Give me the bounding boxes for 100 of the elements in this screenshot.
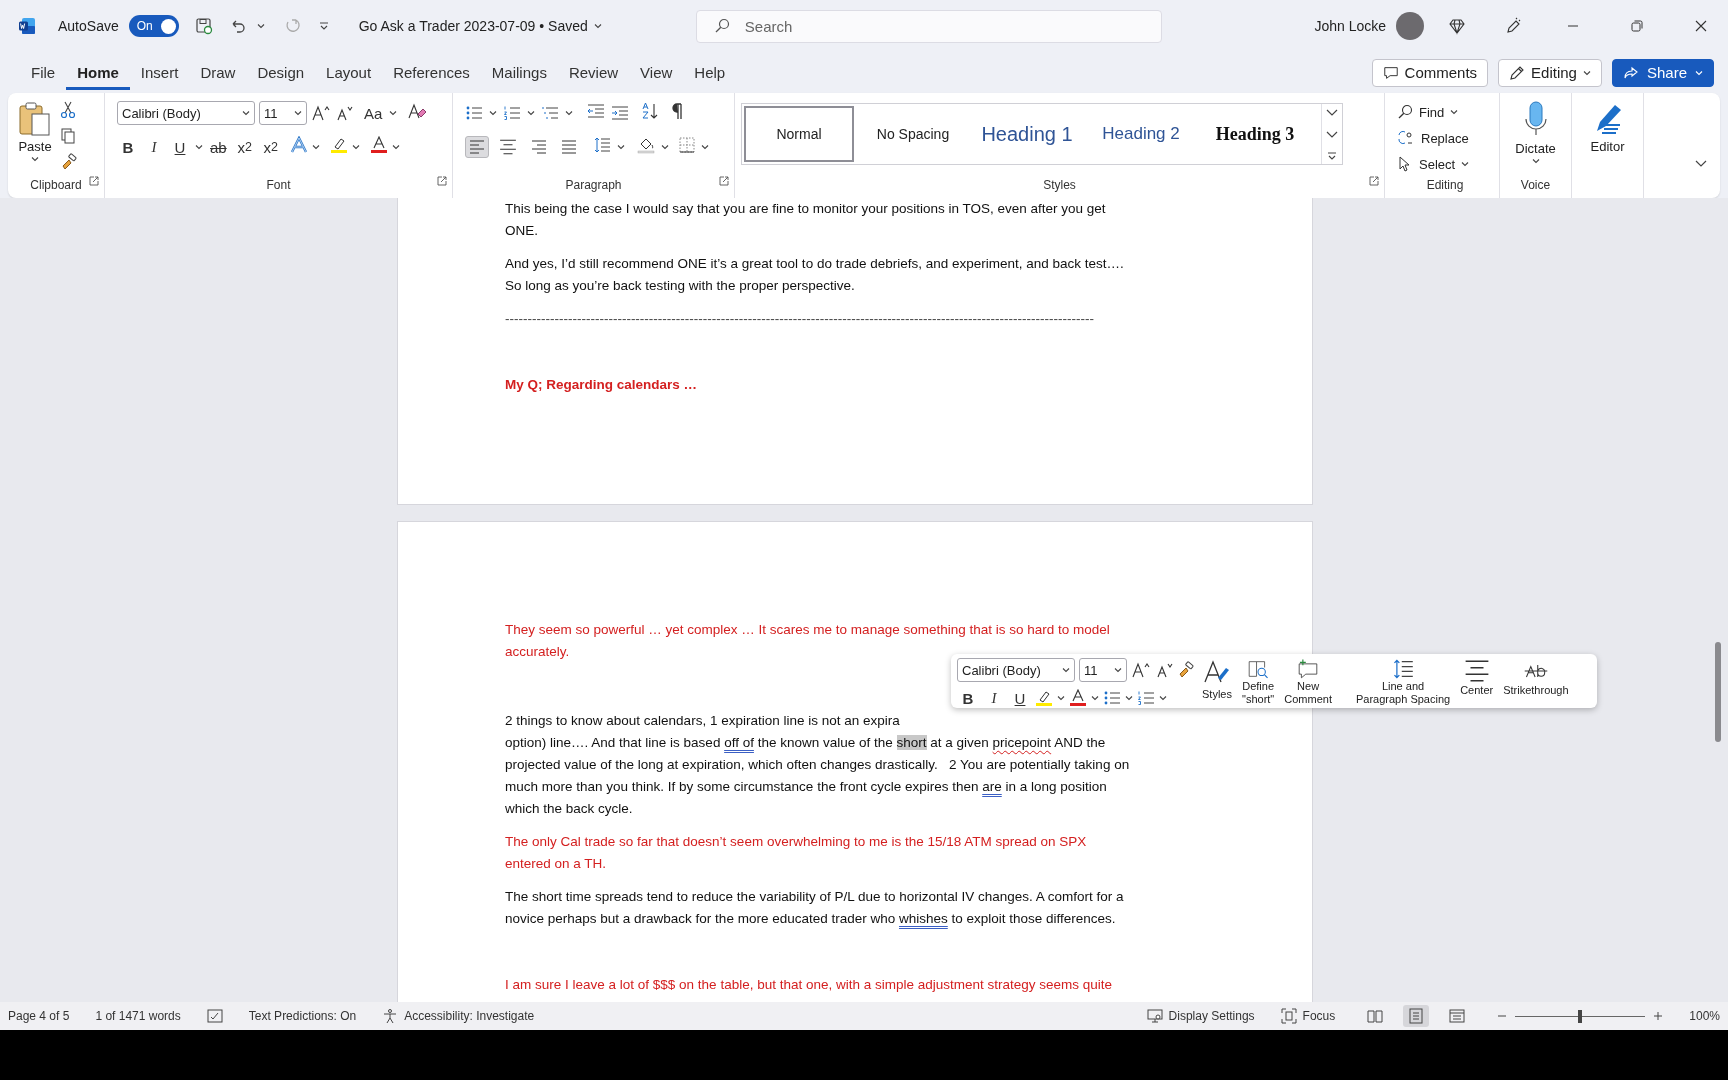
caret-icon[interactable] xyxy=(1531,158,1540,164)
share-icon[interactable] xyxy=(1622,64,1639,81)
dialog-launcher-icon[interactable] xyxy=(1369,176,1379,186)
dialog-launcher-icon[interactable] xyxy=(89,176,99,186)
scroll-down-icon[interactable] xyxy=(1325,129,1339,139)
bullets-icon[interactable] xyxy=(1103,690,1121,706)
display-settings-label[interactable]: Display Settings xyxy=(1168,1009,1255,1023)
format-button[interactable]: B xyxy=(117,135,139,159)
share-button[interactable]: Share xyxy=(1611,58,1714,87)
borders-icon[interactable] xyxy=(679,137,695,153)
style-option[interactable]: Heading 3 xyxy=(1200,106,1310,162)
page-count[interactable]: Page 4 of 5 xyxy=(8,1009,70,1023)
ribbon-tab[interactable]: File xyxy=(20,55,67,90)
ribbon-tab[interactable]: Insert xyxy=(129,55,190,90)
format-button[interactable]: I xyxy=(983,686,1005,710)
restore-icon[interactable] xyxy=(1630,19,1644,33)
toolbar-command[interactable]: New Comment xyxy=(1281,658,1335,706)
format-painter-icon[interactable] xyxy=(60,153,78,171)
highlighter-icon[interactable] xyxy=(329,136,348,154)
ribbon-tab[interactable]: Help xyxy=(683,55,737,90)
document-title[interactable]: Go Ask a Trader 2023-07-09 • Saved xyxy=(358,18,588,34)
caret-icon[interactable] xyxy=(617,144,625,150)
read-view-icon[interactable] xyxy=(1367,1009,1384,1023)
avatar[interactable] xyxy=(1396,12,1424,40)
caret-icon[interactable] xyxy=(311,144,320,150)
caret-icon[interactable] xyxy=(1125,695,1133,701)
proofing-icon[interactable] xyxy=(206,1009,223,1023)
caret-icon[interactable] xyxy=(351,144,360,150)
word-count[interactable]: 1 of 1471 words xyxy=(95,1009,181,1023)
accessibility-status[interactable]: Accessibility: Investigate xyxy=(404,1009,535,1023)
multilevel-list-icon[interactable] xyxy=(541,105,559,121)
caret-icon[interactable] xyxy=(1114,667,1122,673)
web-view-icon[interactable] xyxy=(1449,1009,1466,1023)
format-button[interactable]: I xyxy=(143,135,165,159)
toolbar-command[interactable]: Strikethrough xyxy=(1500,658,1572,706)
pen-icon[interactable] xyxy=(1504,17,1522,35)
ribbon-tab[interactable]: View xyxy=(629,55,684,90)
display-settings-icon[interactable] xyxy=(1146,1009,1163,1023)
comment-icon[interactable] xyxy=(1382,64,1399,81)
numbering-icon[interactable] xyxy=(503,105,521,121)
format-button[interactable]: ab xyxy=(207,135,230,159)
caret-icon[interactable] xyxy=(527,110,535,116)
caret-icon[interactable] xyxy=(1159,695,1167,701)
pencil-icon[interactable] xyxy=(1509,64,1526,81)
increase-indent-icon[interactable] xyxy=(611,105,629,121)
align-right-icon[interactable] xyxy=(531,139,547,155)
grow-font-icon[interactable] xyxy=(311,104,331,122)
cut-icon[interactable] xyxy=(60,101,76,119)
caret-icon[interactable] xyxy=(389,110,398,116)
dictate-button[interactable]: Dictate xyxy=(1506,99,1565,166)
numbering-icon[interactable] xyxy=(1137,690,1155,706)
align-center-icon[interactable] xyxy=(499,138,517,156)
clipboard-icon[interactable] xyxy=(18,101,52,137)
text-predictions-status[interactable]: Text Predictions: On xyxy=(248,1009,357,1023)
editor-button[interactable]: Editor xyxy=(1578,99,1637,156)
format-painter-icon[interactable] xyxy=(1177,661,1195,679)
dialog-launcher-icon[interactable] xyxy=(719,176,729,186)
pilcrow-icon[interactable] xyxy=(671,102,685,120)
caret-icon[interactable] xyxy=(593,23,602,29)
caret-icon[interactable] xyxy=(489,110,497,116)
highlighter-icon[interactable] xyxy=(1035,689,1053,707)
search-icon[interactable] xyxy=(713,17,730,34)
caret-icon[interactable] xyxy=(195,144,203,150)
caret-icon[interactable] xyxy=(294,110,302,116)
align-justify-icon[interactable] xyxy=(561,139,577,155)
ribbon-tab[interactable]: Mailings xyxy=(480,55,558,90)
close-icon[interactable] xyxy=(1694,19,1708,33)
decrease-indent-icon[interactable] xyxy=(587,103,605,119)
more-icon[interactable] xyxy=(1327,151,1337,161)
editing-mode-button[interactable]: Editing xyxy=(1498,58,1602,87)
select-button[interactable]: Select xyxy=(1397,151,1493,177)
paste-button[interactable]: Paste xyxy=(14,99,56,178)
align-center-icon[interactable] xyxy=(1463,658,1490,684)
caret-icon[interactable] xyxy=(701,144,709,150)
caret-icon[interactable] xyxy=(1582,69,1591,76)
caret-icon[interactable] xyxy=(1062,667,1070,673)
accessibility-icon[interactable] xyxy=(382,1008,399,1024)
comments-button[interactable]: Comments xyxy=(1371,58,1489,87)
shrink-font-icon[interactable] xyxy=(1155,661,1173,679)
sort-icon[interactable] xyxy=(641,102,659,120)
font-name-field[interactable]: Calibri (Body) xyxy=(117,101,255,125)
caret-icon[interactable] xyxy=(1091,695,1099,701)
autosave-toggle[interactable]: On xyxy=(128,15,179,37)
customize-icon[interactable] xyxy=(318,21,329,31)
search-icon[interactable] xyxy=(1397,104,1413,120)
align-left-icon[interactable] xyxy=(469,139,485,155)
ribbon-tab[interactable]: Design xyxy=(246,55,316,90)
user-name[interactable]: John Locke xyxy=(1314,18,1386,34)
caret-icon[interactable] xyxy=(242,110,250,116)
zoom-in-icon[interactable] xyxy=(1653,1011,1664,1021)
toolbar-command[interactable]: Line and Paragraph Spacing xyxy=(1352,658,1454,706)
grow-font-icon[interactable] xyxy=(1131,661,1151,679)
search-field[interactable]: Search xyxy=(695,9,1162,43)
font-size-field[interactable]: 11 xyxy=(1079,658,1127,682)
focus-icon[interactable] xyxy=(1280,1008,1297,1024)
diamond-icon[interactable] xyxy=(1448,17,1466,35)
clear-formatting-icon[interactable] xyxy=(407,102,428,120)
save-icon[interactable] xyxy=(194,17,213,35)
style-option[interactable]: No Spacing xyxy=(858,106,968,162)
bullets-icon[interactable] xyxy=(465,105,483,121)
